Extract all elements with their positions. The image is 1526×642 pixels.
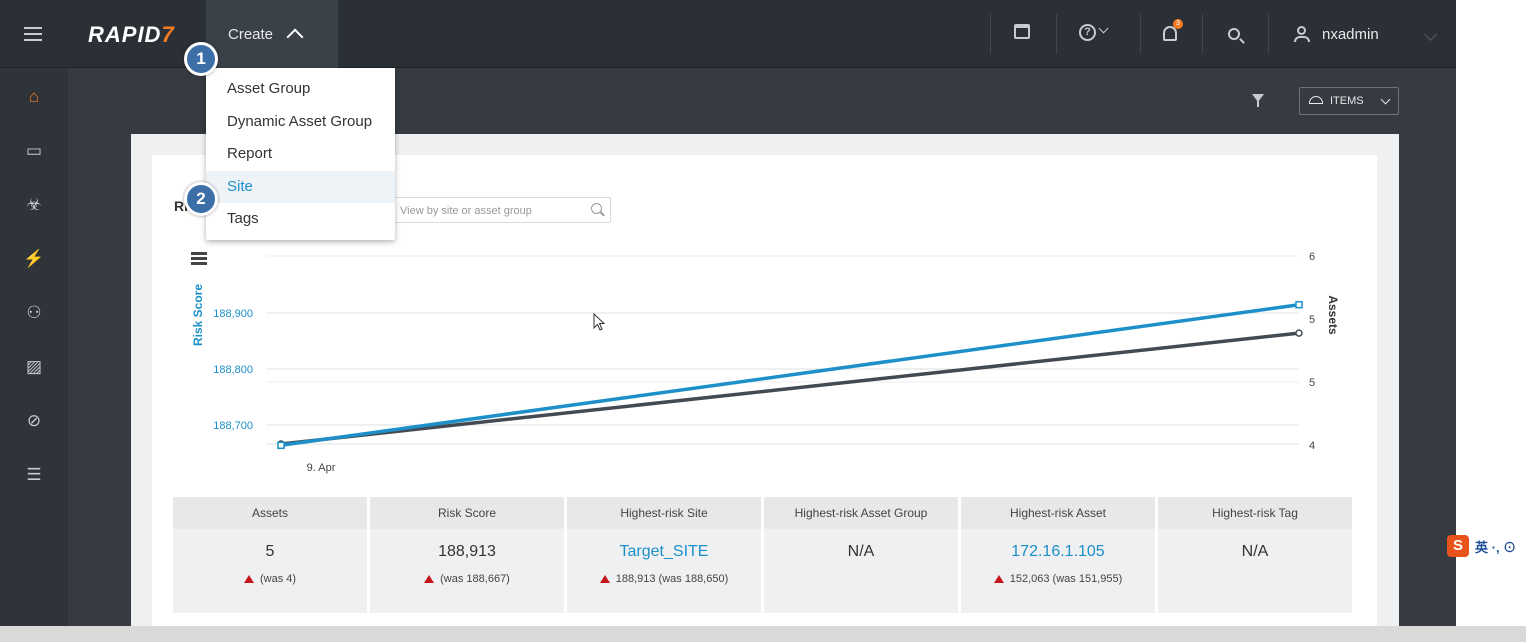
notification-badge: 3 (1173, 19, 1183, 29)
y-left-tick-label: 188,800 (213, 364, 253, 376)
stat-header: Highest-risk Site (567, 497, 761, 529)
series-line-risk-score (280, 302, 1300, 448)
y-right-tick-label: 6 (1309, 251, 1315, 263)
tags-icon[interactable]: ⊘ (22, 409, 46, 433)
calendar-icon[interactable] (1014, 24, 1030, 39)
hamburger-menu-icon[interactable] (24, 27, 42, 41)
increase-triangle-icon (993, 575, 1004, 583)
chevron-down-icon[interactable] (1424, 28, 1437, 41)
ime-logo: S (1447, 535, 1469, 557)
stat-column: Risk Score 188,913 (was 188,667) (370, 497, 564, 613)
sidebar: ⌂ ▭ ☣ ⚡ ⚇ ▨ ⊘ ☰ (0, 68, 68, 626)
divider (1056, 14, 1057, 54)
username[interactable]: nxadmin (1322, 26, 1379, 43)
data-point (1295, 300, 1303, 309)
chart-series (277, 300, 1303, 450)
step-badge-2: 2 (184, 182, 218, 216)
rapid7-logo[interactable]: RAPID7 (88, 22, 175, 48)
search-icon[interactable] (1228, 28, 1240, 40)
step-badge-1: 1 (184, 42, 218, 76)
divider (1140, 14, 1141, 54)
stat-column: Highest-risk Tag N/A (1158, 497, 1352, 613)
stat-change: (was 188,667) (370, 573, 564, 585)
ime-status: 英 ·, ⊙ (1475, 539, 1517, 555)
data-point (1295, 329, 1303, 337)
stat-value: 188,913 (438, 543, 496, 560)
home-icon[interactable]: ⌂ (22, 85, 46, 109)
items-dropdown-button[interactable]: ITEMS (1299, 87, 1399, 115)
assets-monitor-icon[interactable]: ▭ (22, 139, 46, 163)
increase-triangle-icon (243, 575, 254, 583)
menu-item-report[interactable]: Report (206, 138, 395, 170)
create-label: Create (228, 25, 274, 43)
stat-header: Risk Score (370, 497, 564, 529)
left-axis-ticks: 188,900 188,800 188,700 (213, 308, 253, 432)
filter-icon[interactable] (1252, 94, 1264, 107)
create-menu-button[interactable]: Create (206, 0, 338, 68)
stat-column: Highest-risk Asset 172.16.1.105 152,063 … (961, 497, 1155, 613)
desktop-background (1456, 0, 1526, 626)
stat-change: (was 4) (173, 573, 367, 585)
stat-header: Highest-risk Tag (1158, 497, 1352, 529)
y-axis-label-left: Risk Score (191, 284, 205, 346)
stat-header: Highest-risk Asset (961, 497, 1155, 529)
create-dropdown-menu: Asset Group Dynamic Asset Group Report S… (206, 68, 395, 240)
divider (990, 14, 991, 54)
bottom-strip (0, 626, 1526, 642)
app-window: RAPID7 Create ? 3 nxadmin ⌂ ▭ ☣ ⚡ ⚇ ▨ ⊘ … (0, 0, 1456, 626)
reports-chart-icon[interactable]: ▨ (22, 355, 46, 379)
policies-icon[interactable]: ⚡ (22, 247, 46, 271)
stat-change: 188,913 (was 188,650) (567, 573, 761, 585)
award-icon[interactable]: ⚇ (22, 301, 46, 325)
chevron-up-icon (286, 28, 304, 46)
items-label: ITEMS (1330, 95, 1364, 107)
mouse-pointer-icon (593, 313, 606, 331)
stat-header: Assets (173, 497, 367, 529)
menu-item-dynamic-asset-group[interactable]: Dynamic Asset Group (206, 106, 395, 138)
stat-column: Highest-risk Asset Group N/A (764, 497, 958, 613)
stat-value: 5 (265, 543, 275, 560)
x-axis-ticks: 9. Apr (307, 462, 336, 474)
highest-risk-site-link[interactable]: Target_SITE (567, 529, 761, 561)
y-left-tick-label: 188,900 (213, 308, 253, 320)
stats-table: Assets 5 (was 4) Risk Score 188,913 (was… (173, 497, 1355, 613)
chevron-down-icon (1380, 94, 1391, 105)
divider (1202, 14, 1203, 54)
top-bar: RAPID7 Create ? 3 nxadmin (0, 0, 1456, 68)
gauge-icon (1309, 96, 1323, 104)
user-icon[interactable] (1294, 26, 1310, 44)
stat-change: 152,063 (was 151,955) (961, 573, 1155, 585)
y-right-tick-label: 5 (1309, 377, 1315, 389)
x-tick-label: 9. Apr (307, 462, 336, 474)
menu-item-tags[interactable]: Tags (206, 203, 395, 235)
stat-value: N/A (1241, 543, 1269, 560)
stat-header: Highest-risk Asset Group (764, 497, 958, 529)
help-icon[interactable]: ? (1079, 24, 1096, 41)
data-point (277, 441, 285, 450)
list-icon[interactable]: ☰ (22, 463, 46, 487)
menu-item-asset-group[interactable]: Asset Group (206, 73, 395, 105)
y-left-tick-label: 188,700 (213, 420, 253, 432)
chevron-down-icon[interactable] (1098, 23, 1109, 34)
divider (1268, 14, 1269, 54)
stat-column: Assets 5 (was 4) (173, 497, 367, 613)
y-right-tick-label: 5 (1309, 314, 1315, 326)
menu-item-site[interactable]: Site (206, 171, 395, 203)
y-axis-label-right: Assets (1326, 295, 1340, 335)
highest-risk-asset-link[interactable]: 172.16.1.105 (961, 529, 1155, 561)
right-axis-ticks: 6 5 5 4 (1309, 251, 1315, 452)
series-line-assets (280, 331, 1300, 446)
increase-triangle-icon (599, 575, 610, 583)
vulnerabilities-biohazard-icon[interactable]: ☣ (22, 193, 46, 217)
stat-value: N/A (847, 543, 875, 560)
y-right-tick-label: 4 (1309, 440, 1315, 452)
stat-column: Highest-risk Site Target_SITE 188,913 (w… (567, 497, 761, 613)
increase-triangle-icon (424, 575, 435, 583)
ime-toolbar[interactable]: S 英 ·, ⊙ (1447, 534, 1516, 558)
